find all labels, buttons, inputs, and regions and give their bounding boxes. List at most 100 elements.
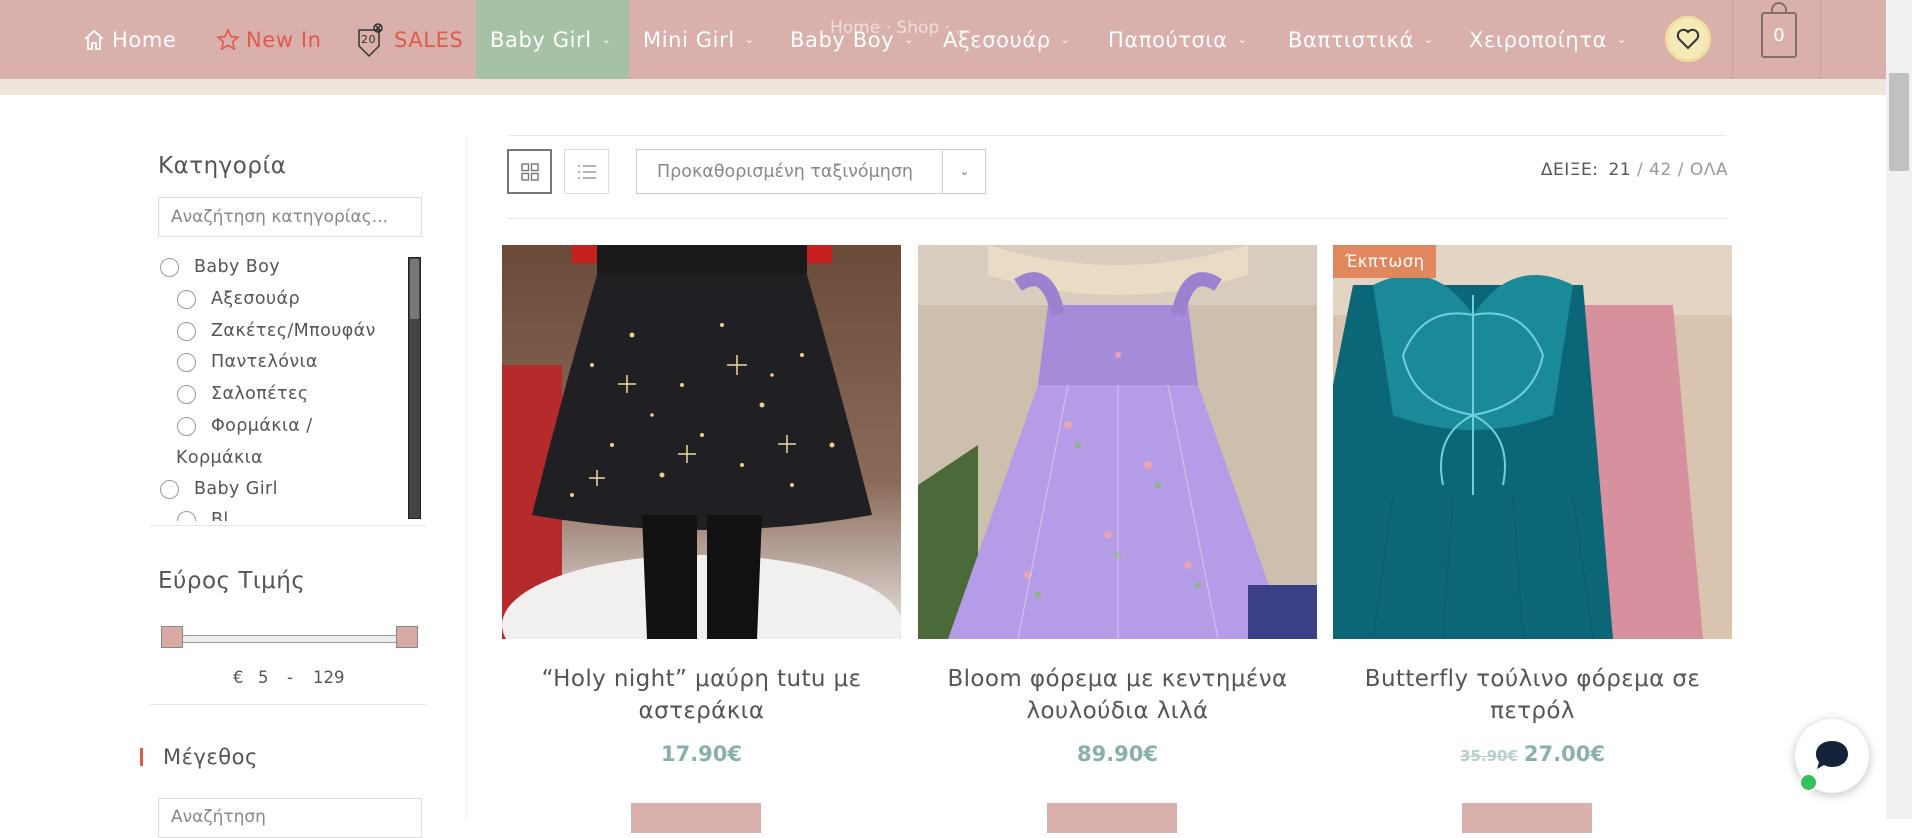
price-range-slider[interactable] <box>172 635 408 643</box>
nav-accessories-label: Αξεσουάρ <box>943 27 1051 52</box>
nav-mini-girl-label: Mini Girl <box>643 27 735 52</box>
breadcrumb-strip <box>0 79 1886 95</box>
add-to-cart-button[interactable] <box>1462 803 1592 833</box>
nav-baptism-label: Βαπτιστικά <box>1288 27 1414 52</box>
grid-view-button[interactable] <box>507 149 552 194</box>
chevron-down-icon: ⌄ <box>904 33 915 46</box>
nav-shoes[interactable]: Παπούτσια ⌄ <box>1108 0 1247 79</box>
category-widget-title: Κατηγορία <box>158 153 287 179</box>
product-name[interactable]: “Holy night” μαύρη tutu με αστεράκια <box>502 663 901 727</box>
product-card[interactable]: Bloom φόρεμα με κεντημένα λουλούδια λιλά… <box>918 245 1317 833</box>
show-21[interactable]: 21 <box>1608 160 1631 180</box>
category-item-jackets[interactable]: Ζακέτες/Μπουφάν <box>177 321 376 341</box>
category-item-overalls[interactable]: Σαλοπέτες <box>177 384 309 404</box>
product-name[interactable]: Butterfly τούλινο φόρεμα σε πετρόλ <box>1333 663 1732 727</box>
star-icon <box>216 27 240 51</box>
nav-divider <box>1732 0 1733 79</box>
category-list: Baby Boy Αξεσουάρ Ζακέτες/Μπουφάν Παντελ… <box>150 255 422 521</box>
widget-divider <box>150 704 426 705</box>
product-image[interactable] <box>918 245 1317 639</box>
nav-shoes-label: Παπούτσια <box>1108 27 1228 52</box>
nav-accessories[interactable]: Αξεσουάρ ⌄ <box>943 0 1071 79</box>
show-all[interactable]: ΟΛΑ <box>1690 160 1728 180</box>
page-scrollbar-thumb[interactable] <box>1889 73 1909 171</box>
category-item-baby-girl[interactable]: Baby Girl <box>160 479 278 499</box>
category-item-bodysuits[interactable]: Φορμάκια / <box>177 416 313 436</box>
category-radio[interactable] <box>177 322 196 341</box>
category-item-trousers[interactable]: Παντελόνια <box>177 352 318 372</box>
category-radio[interactable] <box>177 353 196 372</box>
product-price: 17.90€ <box>660 742 743 766</box>
add-to-cart-button[interactable] <box>1047 803 1177 833</box>
sort-dropdown[interactable]: Προκαθορισμένη ταξινόμηση <box>636 149 986 194</box>
price-max-value: 129 <box>313 668 345 687</box>
show-label: ΔΕΙΞΕ: <box>1540 160 1599 180</box>
chevron-down-icon: ⌄ <box>1237 33 1248 46</box>
nav-baptism[interactable]: Βαπτιστικά ⌄ <box>1288 0 1434 79</box>
category-item-bodysuits-cont[interactable]: Κορμάκια <box>176 448 263 468</box>
toolbar-bottom-line <box>508 218 1726 219</box>
product-card[interactable]: Έκπτωση Butterfly τούλινο φόρεμα σε πετρ… <box>1333 245 1732 833</box>
category-search-input[interactable] <box>158 197 422 237</box>
product-price: 89.90€ <box>1076 742 1159 766</box>
category-item-baby-boy[interactable]: Baby Boy <box>160 257 280 277</box>
category-item-partial[interactable]: Bl... <box>177 510 247 521</box>
price-min-handle[interactable] <box>161 626 183 648</box>
nav-home-label: Home <box>112 27 177 52</box>
price-currency: € <box>233 668 244 687</box>
nav-home[interactable]: Home <box>82 0 176 79</box>
product-card[interactable]: “Holy night” μαύρη tutu με αστεράκια 17.… <box>502 245 901 833</box>
show-42[interactable]: 42 <box>1649 160 1672 180</box>
nav-mini-girl[interactable]: Mini Girl ⌄ <box>643 0 755 79</box>
sale-badge: Έκπτωση <box>1333 245 1437 278</box>
category-radio[interactable] <box>160 480 179 499</box>
nav-sales-label: SALES <box>394 27 464 52</box>
online-status-dot <box>1799 773 1818 792</box>
cart-count: 0 <box>1773 24 1785 46</box>
products-per-page: ΔΕΙΞΕ: 21 / 42 / ΟΛΑ <box>1540 160 1728 180</box>
list-view-button[interactable] <box>564 149 609 194</box>
heart-icon <box>1676 28 1700 50</box>
chevron-down-icon: ⌄ <box>1423 33 1434 46</box>
nav-baby-girl[interactable]: Baby Girl ⌄ <box>476 0 629 79</box>
category-radio[interactable] <box>177 290 196 309</box>
product-sale-price: 27.00€ <box>1523 742 1605 766</box>
category-radio[interactable] <box>177 417 196 436</box>
price-min-value: 5 <box>258 668 269 687</box>
category-list-scrollbar-thumb[interactable] <box>410 259 419 319</box>
nav-baby-boy[interactable]: Baby Boy ⌄ <box>790 0 914 79</box>
category-radio[interactable] <box>177 385 196 404</box>
category-item-accessories[interactable]: Αξεσουάρ <box>177 289 300 309</box>
nav-sales[interactable]: 20 SALES <box>354 0 463 79</box>
cart-button[interactable]: 0 <box>1761 2 1797 58</box>
nav-new-in[interactable]: New In <box>216 0 322 79</box>
chevron-down-icon: ⌄ <box>601 33 612 46</box>
wishlist-button[interactable] <box>1665 16 1711 62</box>
size-search-input[interactable]: Αναζήτηση <box>158 798 422 838</box>
product-image[interactable]: Έκπτωση <box>1333 245 1732 639</box>
price-separator: - <box>287 668 293 687</box>
product-image[interactable] <box>502 245 901 639</box>
nav-baby-girl-label: Baby Girl <box>490 27 592 52</box>
chevron-down-icon: ⌄ <box>744 33 755 46</box>
size-title-accent <box>140 748 143 766</box>
chevron-down-icon: ⌄ <box>1617 33 1627 46</box>
home-icon <box>84 29 104 50</box>
chevron-down-icon[interactable]: ⌄ <box>942 149 986 194</box>
chevron-down-icon: ⌄ <box>1060 33 1071 46</box>
sidebar-divider <box>466 135 467 819</box>
sort-dropdown-value: Προκαθορισμένη ταξινόμηση <box>657 161 914 182</box>
product-old-price: 35.90€ <box>1460 747 1518 765</box>
product-price: 35.90€ 27.00€ <box>1333 742 1732 766</box>
list-icon <box>577 164 596 179</box>
category-radio[interactable] <box>160 258 179 277</box>
price-widget-title: Εύρος Τιμής <box>158 568 306 594</box>
category-radio[interactable] <box>177 511 196 521</box>
add-to-cart-button[interactable] <box>631 803 761 833</box>
product-name[interactable]: Bloom φόρεμα με κεντημένα λουλούδια λιλά <box>918 663 1317 727</box>
price-max-handle[interactable] <box>396 626 418 648</box>
nav-handmade[interactable]: Χειροποίητα ⌄ <box>1469 0 1627 79</box>
chat-bubble-icon <box>1816 741 1848 769</box>
sale-tag-icon: 20 <box>354 22 384 58</box>
grid-icon <box>520 162 539 181</box>
